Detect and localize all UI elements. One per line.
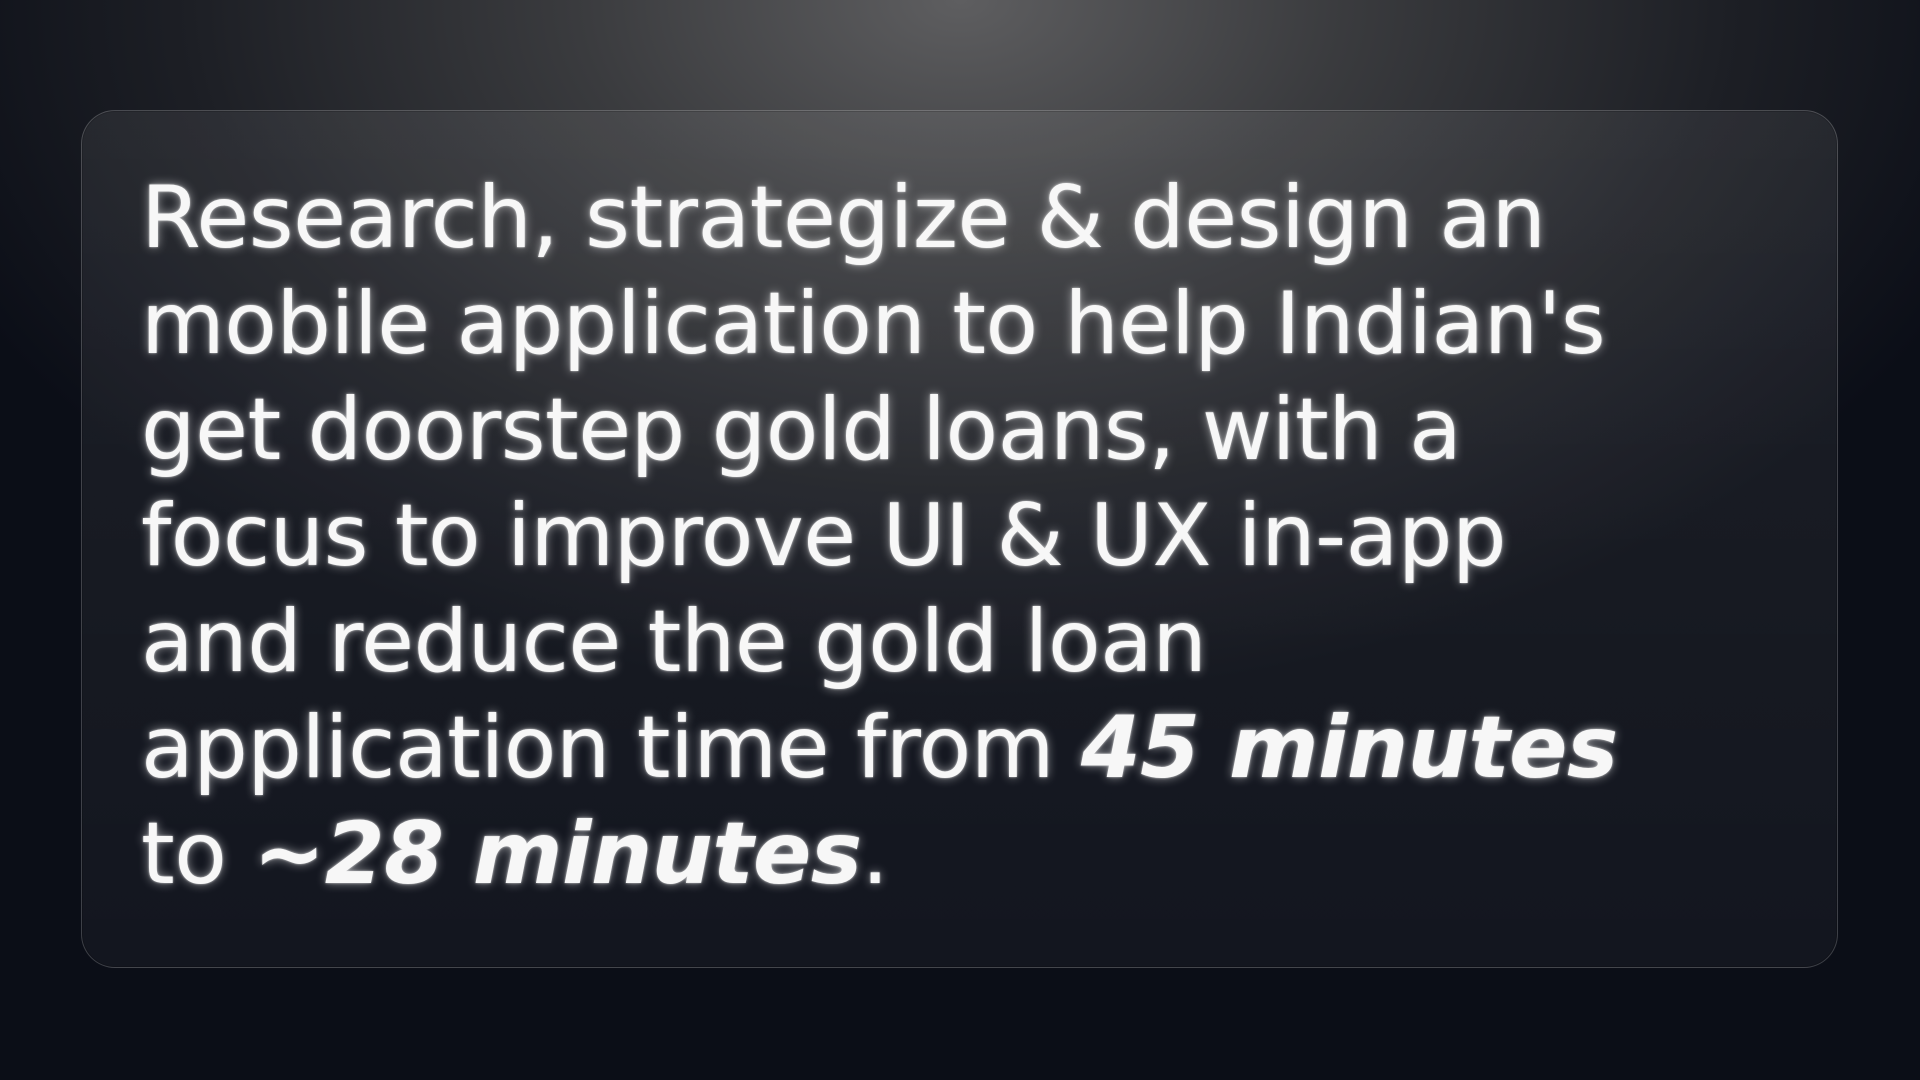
mission-line-5: and reduce the gold loan	[141, 592, 1207, 692]
mission-card: Research, strategize & design an mobile …	[81, 110, 1838, 968]
line-6-prefix: application time from	[141, 698, 1081, 798]
mission-line-7: to ~28 minutes.	[141, 801, 1801, 907]
mission-line-3: get doorstep gold loans, with a	[141, 380, 1462, 480]
before-time-highlight: 45 minutes	[1080, 698, 1618, 798]
line-7-prefix: to	[141, 804, 254, 904]
mission-line-4: focus to improve UI & UX in-app	[141, 486, 1507, 586]
mission-statement: Research, strategize & design an mobile …	[141, 165, 1801, 907]
mission-line-2: mobile application to help Indian's	[141, 274, 1606, 374]
mission-line-6: application time from 45 minutes	[141, 695, 1801, 801]
mission-line-1: Research, strategize & design an	[141, 168, 1546, 268]
after-time-highlight: ~28 minutes	[253, 804, 862, 904]
sentence-period: .	[861, 804, 889, 904]
